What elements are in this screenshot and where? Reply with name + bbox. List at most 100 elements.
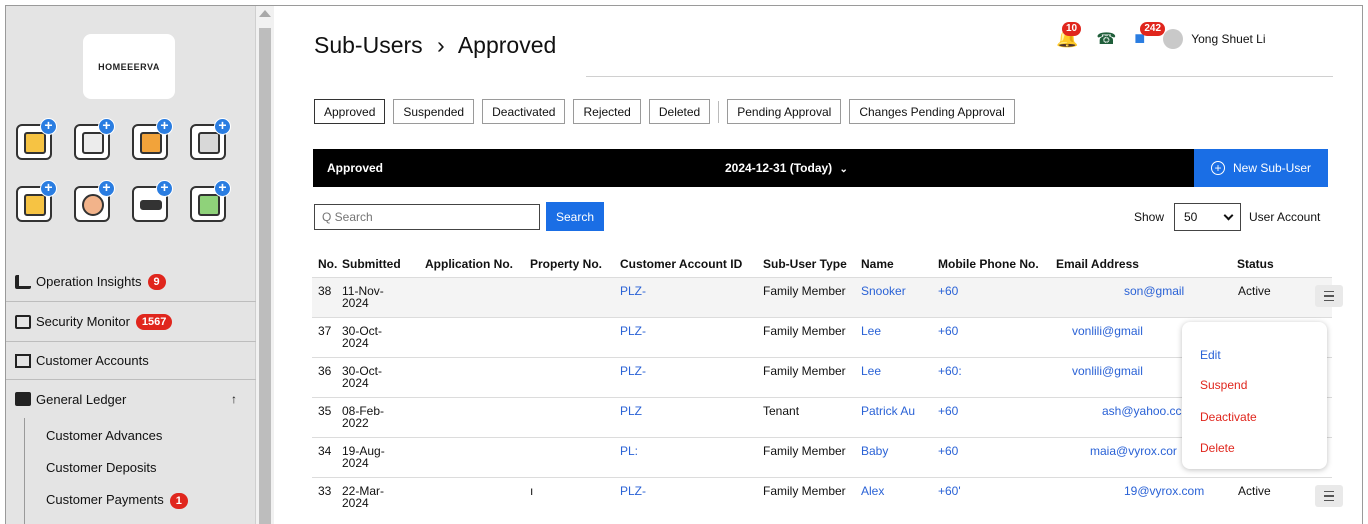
customer-account-link[interactable]: PLZ-: [620, 325, 646, 337]
table-row[interactable]: 35 08-Feb- 2022 PLZ Tenant Patrick Au +60…: [312, 397, 1332, 437]
menu-item-edit[interactable]: Edit: [1200, 348, 1221, 362]
email-link[interactable]: maia@vyrox.cor: [1090, 445, 1177, 457]
sidebar-item-customer-accounts[interactable]: Customer Accounts: [6, 342, 256, 380]
name-link[interactable]: Lee: [861, 365, 881, 377]
person-icon[interactable]: +: [74, 180, 115, 222]
row-number: 36: [318, 364, 332, 378]
email-link[interactable]: 19@vyrox.com: [1124, 485, 1204, 497]
tab-label: Deleted: [658, 104, 701, 119]
column-header[interactable]: Application No.: [425, 257, 513, 271]
phone-link[interactable]: +60: [938, 405, 958, 417]
customer-account-link[interactable]: PLZ-: [620, 365, 646, 377]
column-header[interactable]: Email Address: [1056, 257, 1139, 271]
scroll-up-icon[interactable]: [259, 10, 271, 17]
scroll-thumb[interactable]: [259, 28, 271, 524]
phone-link[interactable]: +60: [938, 285, 958, 297]
services-icon[interactable]: +: [190, 118, 231, 160]
column-header[interactable]: Name: [861, 257, 894, 271]
name-link[interactable]: Snooker: [861, 285, 906, 297]
search-input[interactable]: [314, 204, 540, 230]
menu-item-deactivate[interactable]: Deactivate: [1200, 410, 1257, 424]
column-header[interactable]: Submitted: [342, 257, 401, 271]
name-link[interactable]: Baby: [861, 445, 888, 457]
phone-icon[interactable]: ☎: [1096, 29, 1116, 49]
email-link[interactable]: vonlili@gmail: [1072, 325, 1143, 337]
page-size-select[interactable]: 50: [1174, 203, 1241, 231]
sub-user-type: Family Member: [763, 484, 846, 498]
tab-divider: [718, 100, 720, 123]
table-row[interactable]: 38 11-Nov- 2024 PLZ- Family Member Snooke…: [312, 277, 1343, 317]
date-text: 2024-12-31 (Today): [725, 161, 833, 175]
row-number: 38: [318, 284, 332, 298]
email-link[interactable]: son@gmail: [1124, 285, 1184, 297]
customer-account-link[interactable]: PLZ: [620, 405, 642, 417]
tab-rejected[interactable]: Rejected: [573, 99, 641, 124]
card-key-icon[interactable]: +: [16, 180, 57, 222]
column-header[interactable]: Mobile Phone No.: [938, 257, 1039, 271]
status-text: Active: [1238, 484, 1271, 498]
user-name[interactable]: Yong Shuet Li: [1191, 32, 1265, 46]
customer-account-link[interactable]: PL:: [620, 445, 638, 457]
tab-pending-approval[interactable]: Pending Approval: [727, 99, 842, 124]
id-card-icon[interactable]: +: [16, 118, 57, 160]
customer-account-link[interactable]: PLZ-: [620, 285, 646, 297]
count-badge: 1: [169, 493, 188, 509]
menu-item-suspend[interactable]: Suspend: [1200, 378, 1247, 392]
tab-label: Pending Approval: [737, 104, 832, 119]
tab-label: Deactivated: [492, 104, 556, 119]
table-row[interactable]: 34 19-Aug- 2024 PL: Family Member Baby +6…: [312, 437, 1332, 477]
calendar-icon[interactable]: +: [74, 118, 115, 160]
logo[interactable]: HOMEEERVA: [83, 34, 175, 99]
sidebar-subitem-customer-advances[interactable]: Customer Advances: [46, 428, 162, 443]
avatar[interactable]: [1163, 28, 1184, 49]
sidebar-item-general-ledger[interactable]: General Ledger ↑: [6, 380, 256, 418]
table-row[interactable]: 33 22-Mar- 2024 ı PLZ- Family Member Alex…: [312, 477, 1343, 517]
bell-icon[interactable]: 🔔 10: [1056, 22, 1082, 49]
customer-account-link[interactable]: PLZ-: [620, 485, 646, 497]
column-header[interactable]: Status: [1237, 257, 1274, 271]
submitted-date: 11-Nov- 2024: [342, 285, 384, 309]
new-sub-user-button[interactable]: + New Sub-User: [1194, 149, 1328, 187]
tab-changes-pending-approval[interactable]: Changes Pending Approval: [849, 99, 1015, 124]
collapse-caret-icon[interactable]: ↑: [231, 392, 237, 406]
phone-link[interactable]: +60:: [938, 365, 962, 377]
date-selector[interactable]: 2024-12-31 (Today) ⌄: [725, 161, 848, 175]
name-link[interactable]: Lee: [861, 325, 881, 337]
sidebar-item-operation-insights[interactable]: Operation Insights 9: [6, 262, 256, 302]
bank-icon[interactable]: +: [132, 118, 173, 160]
phone-link[interactable]: +60: [938, 325, 958, 337]
sidebar-subitem-customer-deposits[interactable]: Customer Deposits: [46, 460, 157, 475]
email-link[interactable]: ash@yahoo.cc: [1102, 405, 1182, 417]
phone-link[interactable]: +60': [938, 485, 961, 497]
app-window: HOMEEERVA + + + + + + + + Operation Insi…: [5, 5, 1363, 524]
camera-icon: [15, 314, 31, 329]
submitted-date: 08-Feb- 2022: [342, 405, 384, 429]
message-icon[interactable]: ■ 242: [1134, 22, 1166, 49]
tab-deleted[interactable]: Deleted: [648, 99, 711, 124]
sidebar: HOMEEERVA + + + + + + + + Operation Insi…: [6, 6, 256, 524]
table-row[interactable]: 37 30-Oct- 2024 PLZ- Family Member Lee +6…: [312, 317, 1332, 357]
column-header[interactable]: Sub-User Type: [763, 257, 847, 271]
menu-item-delete[interactable]: Delete: [1200, 441, 1235, 455]
sidebar-subitem-customer-payments[interactable]: Customer Payments 1: [46, 492, 188, 509]
sidebar-item-security-monitor[interactable]: Security Monitor 1567: [6, 302, 256, 342]
row-menu-button[interactable]: [1315, 285, 1343, 307]
tab-deactivated[interactable]: Deactivated: [482, 99, 566, 124]
table-row[interactable]: 36 30-Oct- 2024 PLZ- Family Member Lee +6…: [312, 357, 1332, 397]
row-menu-button[interactable]: [1315, 485, 1343, 507]
chevron-down-icon: ⌄: [839, 164, 848, 175]
hamburger-icon: [1324, 299, 1334, 302]
column-header[interactable]: Property No.: [530, 257, 602, 271]
name-link[interactable]: Patrick Au: [861, 405, 915, 417]
tab-approved[interactable]: Approved: [314, 99, 386, 124]
tab-suspended[interactable]: Suspended: [393, 99, 475, 124]
name-link[interactable]: Alex: [861, 485, 884, 497]
profile-card-icon[interactable]: +: [190, 180, 231, 222]
search-button[interactable]: Search: [546, 202, 604, 231]
submitted-date: 30-Oct- 2024: [342, 325, 382, 349]
tag-icon[interactable]: +: [132, 180, 173, 222]
sidebar-scrollbar[interactable]: [256, 6, 274, 524]
email-link[interactable]: vonlili@gmail: [1072, 365, 1143, 377]
column-header[interactable]: Customer Account ID: [620, 257, 742, 271]
phone-link[interactable]: +60: [938, 445, 958, 457]
